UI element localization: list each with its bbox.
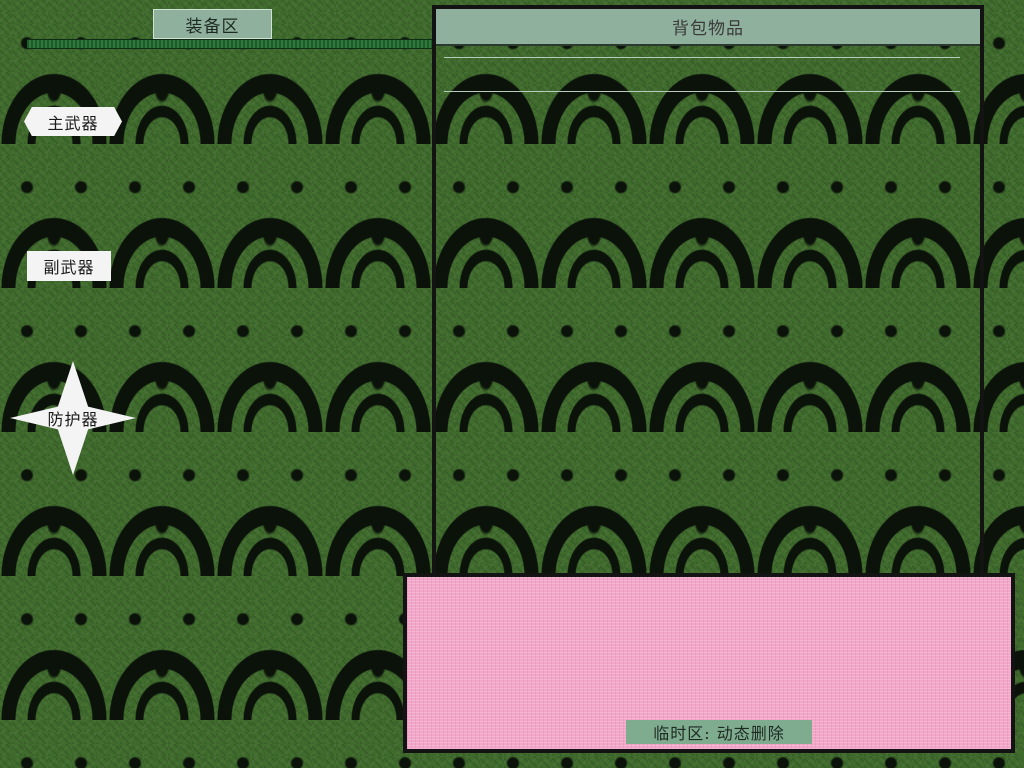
backpack-panel[interactable]: 背包物品 [432, 5, 984, 579]
backpack-row-divider [444, 91, 960, 92]
main-weapon-slot[interactable]: 主武器 [24, 107, 122, 136]
armor-slot[interactable]: 防护器 [10, 361, 136, 475]
temporary-zone[interactable]: 临时区: 动态删除 [403, 573, 1015, 753]
armor-label: 防护器 [47, 410, 99, 429]
temporary-zone-label: 临时区: 动态删除 [626, 720, 812, 744]
secondary-weapon-label: 副武器 [43, 258, 95, 277]
backpack-row-divider [444, 57, 960, 58]
backpack-title: 背包物品 [436, 9, 980, 46]
main-weapon-label: 主武器 [47, 113, 99, 133]
equipment-zone-tab: 装备区 [153, 9, 272, 39]
equipment-zone-divider [27, 39, 434, 49]
secondary-weapon-slot[interactable]: 副武器 [27, 251, 111, 281]
